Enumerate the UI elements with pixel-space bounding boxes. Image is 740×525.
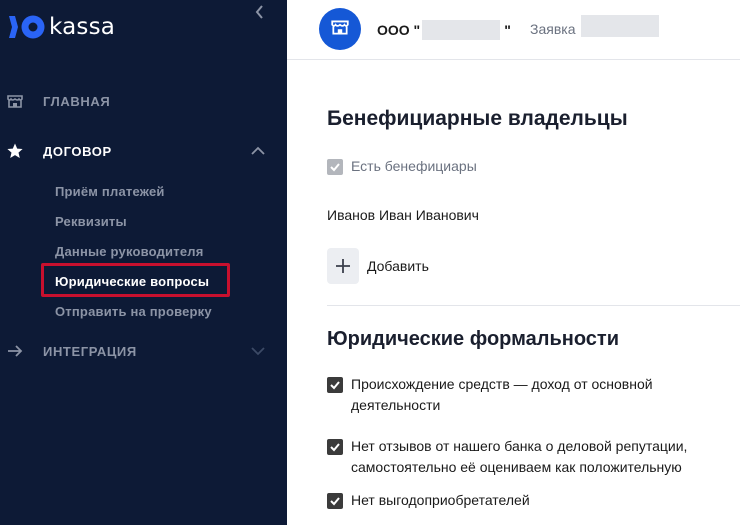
- chevron-left-icon[interactable]: [250, 2, 270, 22]
- sidebar-subitem-submit-review[interactable]: Отправить на проверку: [55, 304, 212, 319]
- storefront-icon: [330, 17, 350, 42]
- org-name-suffix: ": [504, 22, 511, 38]
- reputation-label: Нет отзывов от нашего банка о деловой ре…: [351, 438, 688, 475]
- section-divider: [327, 305, 740, 306]
- chevron-up-icon: [249, 143, 267, 159]
- org-name-prefix: ООО ": [377, 22, 421, 38]
- no-beneficiaries-checkbox-row: Нет выгодоприобретателей: [327, 492, 530, 511]
- has-beneficiaries-checkbox-row: Есть бенефициары: [327, 158, 477, 177]
- funds-origin-checkbox-row: Происхождение средств — доход от основно…: [327, 376, 727, 416]
- logo-text: kassa: [49, 14, 116, 40]
- add-beneficiary-label: Добавить: [367, 258, 429, 274]
- no-beneficiaries-label: Нет выгодоприобретателей: [351, 492, 530, 508]
- beneficiaries-title: Бенефициарные владельцы: [327, 107, 628, 130]
- funds-origin-checkbox[interactable]: [327, 377, 343, 393]
- plus-icon: [327, 248, 359, 284]
- sidebar-item-integration[interactable]: ИНТЕГРАЦИЯ: [0, 338, 287, 364]
- sidebar-item-integration-label: ИНТЕГРАЦИЯ: [43, 343, 137, 359]
- yoo-logo-icon: [8, 13, 46, 41]
- application-label-text: Заявка: [530, 21, 576, 37]
- sidebar-item-main[interactable]: ГЛАВНАЯ: [0, 88, 287, 114]
- no-beneficiaries-checkbox[interactable]: [327, 493, 343, 509]
- sidebar-item-contract-label: ДОГОВОР: [43, 143, 112, 159]
- has-beneficiaries-label: Есть бенефициары: [351, 158, 477, 174]
- logo[interactable]: kassa: [8, 13, 115, 41]
- sidebar-item-main-label: ГЛАВНАЯ: [43, 93, 111, 109]
- org-name[interactable]: ООО " ": [377, 20, 511, 40]
- application-label: Заявка: [530, 15, 660, 37]
- redacted-org-name: [422, 20, 501, 40]
- storefront-icon: [6, 92, 24, 110]
- org-avatar[interactable]: [319, 8, 361, 50]
- has-beneficiaries-checkbox[interactable]: [327, 159, 343, 175]
- sidebar-subitem-requisites[interactable]: Реквизиты: [55, 214, 127, 229]
- sidebar-subitem-payments[interactable]: Приём платежей: [55, 184, 165, 199]
- sidebar-item-contract[interactable]: ДОГОВОР: [0, 138, 287, 164]
- funds-origin-label: Происхождение средств — доход от основно…: [351, 376, 653, 413]
- legal-formalities-title: Юридические формальности: [327, 328, 620, 350]
- sidebar: kassa ГЛАВНАЯ ДОГОВОР Приём платежей Рек…: [0, 0, 287, 525]
- topbar: ООО " " Заявка: [287, 0, 740, 60]
- sidebar-subitem-director-data[interactable]: Данные руководителя: [55, 244, 204, 259]
- beneficiary-owner-name[interactable]: Иванов Иван Иванович: [327, 207, 479, 223]
- star-icon: [6, 142, 24, 160]
- arrow-right-icon: [6, 342, 24, 360]
- chevron-down-icon: [249, 343, 267, 359]
- redacted-application-number: [581, 15, 660, 37]
- add-beneficiary-button[interactable]: Добавить: [327, 248, 429, 284]
- reputation-checkbox[interactable]: [327, 439, 343, 455]
- reputation-checkbox-row: Нет отзывов от нашего банка о деловой ре…: [327, 438, 732, 478]
- active-item-highlight: [41, 263, 230, 297]
